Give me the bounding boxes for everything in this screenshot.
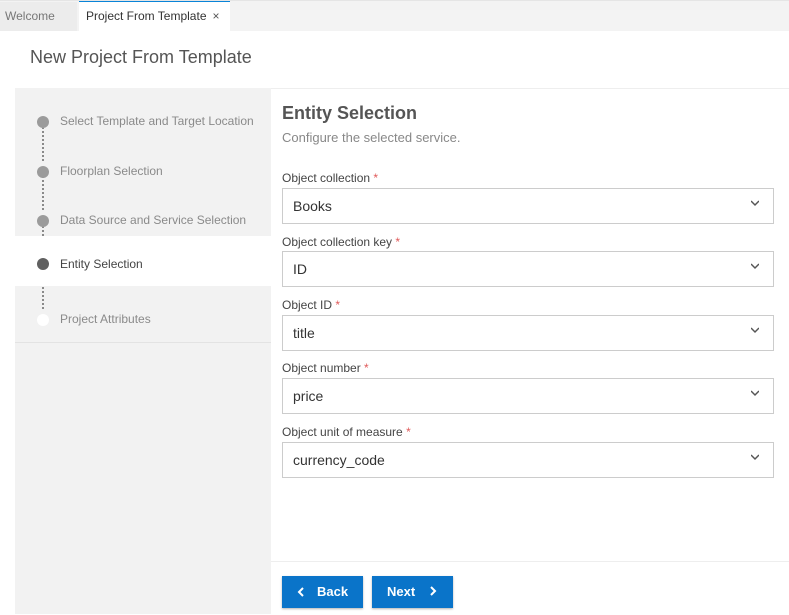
tab-label: Welcome: [5, 9, 55, 23]
chevron-down-icon: [751, 200, 759, 207]
step-select-template[interactable]: Select Template and Target Location: [15, 95, 271, 145]
chevron-right-icon: [430, 586, 437, 596]
divider: [15, 342, 271, 343]
step-label: Select Template and Target Location: [60, 114, 254, 128]
entity-selection-panel: Entity Selection Configure the selected …: [271, 88, 789, 615]
section-title: Entity Selection: [282, 103, 418, 123]
chevron-down-icon: [751, 327, 759, 334]
step-floorplan[interactable]: Floorplan Selection: [15, 145, 271, 195]
chevron-down-icon: [751, 263, 759, 270]
required-marker: *: [364, 361, 369, 375]
object-id-select[interactable]: title: [282, 315, 774, 351]
back-button[interactable]: Back: [282, 576, 363, 608]
step-pending-icon: [37, 314, 49, 326]
required-marker: *: [406, 425, 411, 439]
tab-welcome[interactable]: Welcome: [0, 2, 77, 31]
step-done-icon: [37, 116, 49, 128]
step-entity-selection[interactable]: Entity Selection: [15, 236, 271, 286]
step-label: Entity Selection: [60, 257, 143, 271]
section-subtitle: Configure the selected service.: [282, 130, 461, 145]
close-icon[interactable]: ×: [213, 9, 220, 23]
button-label: Next: [387, 584, 416, 599]
field-label: Object collection *: [282, 171, 379, 185]
chevron-down-icon: [751, 454, 759, 461]
object-collection-select[interactable]: Books: [282, 188, 774, 224]
step-active-icon: [37, 258, 49, 270]
tab-project-from-template[interactable]: Project From Template ×: [79, 1, 230, 31]
step-label: Floorplan Selection: [60, 164, 163, 178]
page-title: New Project From Template: [30, 47, 252, 67]
step-done-icon: [37, 166, 49, 178]
step-label: Project Attributes: [60, 312, 151, 326]
select-value: price: [293, 388, 324, 404]
object-number-select[interactable]: price: [282, 378, 774, 414]
object-unit-of-measure-select[interactable]: currency_code: [282, 442, 774, 478]
required-marker: *: [373, 171, 379, 185]
step-done-icon: [37, 215, 49, 227]
next-button[interactable]: Next: [372, 576, 453, 608]
required-marker: *: [395, 235, 401, 249]
select-value: currency_code: [293, 452, 385, 468]
object-collection-key-select[interactable]: ID: [282, 251, 774, 287]
select-value: ID: [293, 261, 307, 277]
tab-label: Project From Template: [86, 9, 207, 23]
select-value: title: [293, 325, 315, 341]
required-marker: *: [335, 298, 341, 312]
chevron-left-icon: [297, 587, 304, 597]
chevron-down-icon: [751, 390, 759, 397]
field-label: Object ID *: [282, 298, 341, 312]
tab-bar: Welcome Project From Template ×: [0, 0, 789, 31]
field-label: Object collection key *: [282, 235, 401, 249]
field-label: Object number *: [282, 361, 369, 375]
step-label: Data Source and Service Selection: [60, 213, 247, 227]
footer-divider: [271, 561, 789, 562]
wizard-steps: Select Template and Target Location Floo…: [15, 88, 271, 614]
select-value: Books: [293, 198, 332, 214]
button-label: Back: [317, 584, 349, 599]
step-project-attributes[interactable]: Project Attributes: [15, 293, 271, 343]
field-label: Object unit of measure *: [282, 425, 411, 439]
